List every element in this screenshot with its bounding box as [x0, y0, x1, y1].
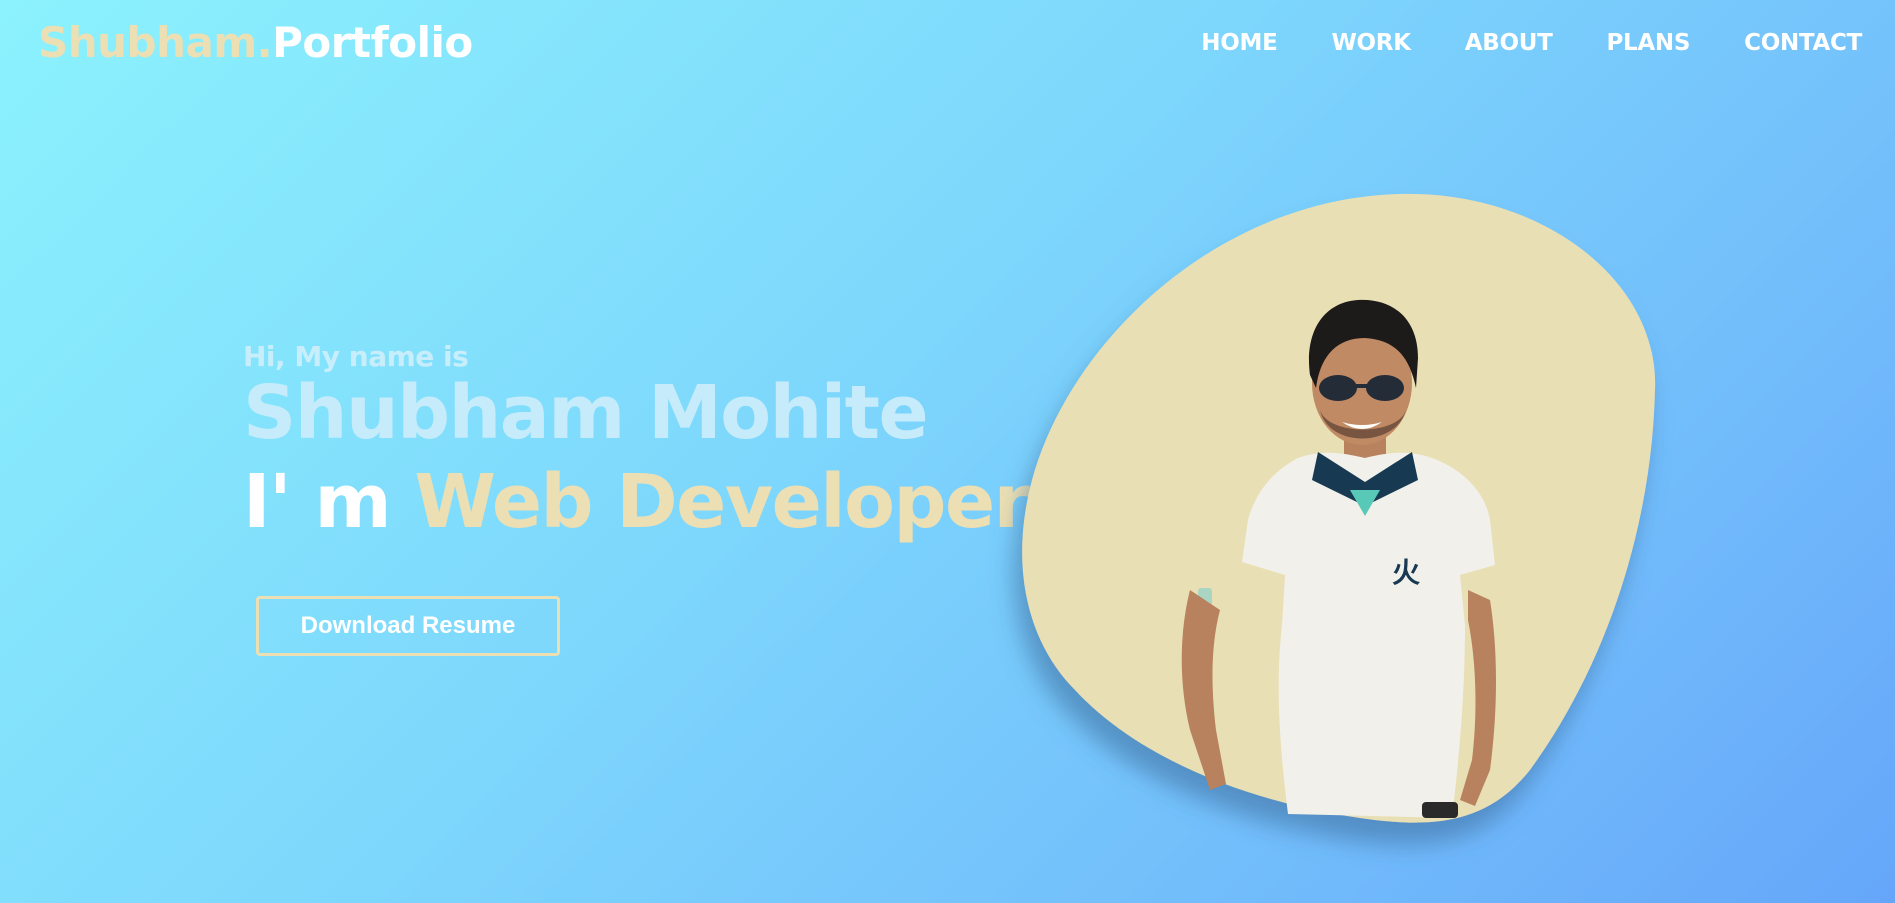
nav-item-about: ABOUT: [1465, 30, 1553, 56]
nav-item-plans: PLANS: [1607, 30, 1691, 56]
nav-link-work[interactable]: WORK: [1331, 30, 1411, 56]
hero-role: Web Developer: [414, 459, 1030, 545]
download-resume-button[interactable]: Download Resume: [256, 596, 560, 656]
nav-link-home[interactable]: HOME: [1201, 30, 1278, 56]
nav-item-home: HOME: [1201, 30, 1278, 56]
nav-links: HOME WORK ABOUT PLANS CONTACT: [1201, 30, 1862, 56]
profile-blob: 火: [1022, 193, 1656, 823]
hero-intro: Hi, My name is Shubham Mohite I' m Web D…: [243, 340, 1030, 547]
nav-item-contact: CONTACT: [1744, 30, 1862, 56]
profile-photo: 火: [1020, 190, 1680, 850]
brand-second: Portfolio: [272, 18, 473, 67]
navbar: Shubham.Portfolio HOME WORK ABOUT PLANS …: [0, 0, 1895, 92]
watch-icon: [1422, 802, 1458, 818]
nav-link-plans[interactable]: PLANS: [1607, 30, 1691, 56]
nav-link-about[interactable]: ABOUT: [1465, 30, 1553, 56]
hero-name: Shubham Mohite: [243, 370, 929, 456]
nav-link-contact[interactable]: CONTACT: [1744, 30, 1862, 56]
hero-role-prefix: I' m: [243, 459, 392, 545]
brand-logo[interactable]: Shubham.Portfolio: [38, 18, 473, 67]
nav-item-work: WORK: [1331, 30, 1411, 56]
brand-first: Shubham.: [38, 18, 273, 67]
shirt-logo-icon: 火: [1392, 556, 1420, 589]
hero-role-line: I' m Web Developer: [243, 457, 1030, 547]
